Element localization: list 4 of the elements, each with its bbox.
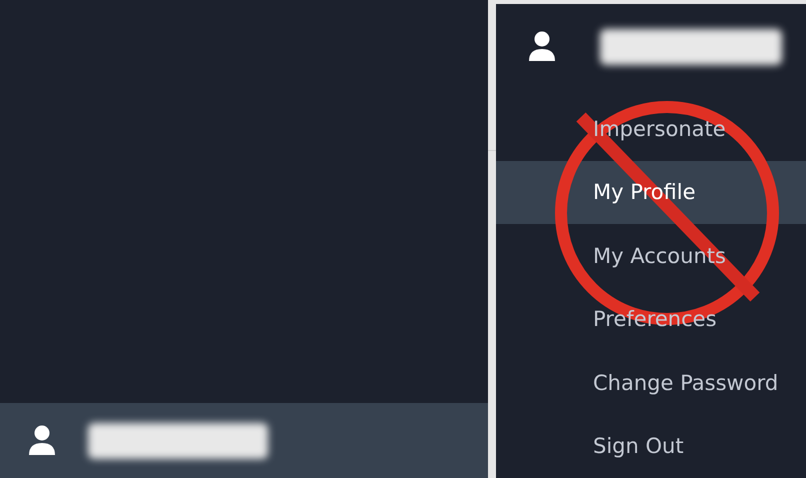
- user-icon: [28, 424, 56, 456]
- menu-item[interactable]: Sign Out: [496, 414, 806, 478]
- menu-item[interactable]: Change Password: [496, 351, 806, 415]
- user-icon: [528, 30, 556, 63]
